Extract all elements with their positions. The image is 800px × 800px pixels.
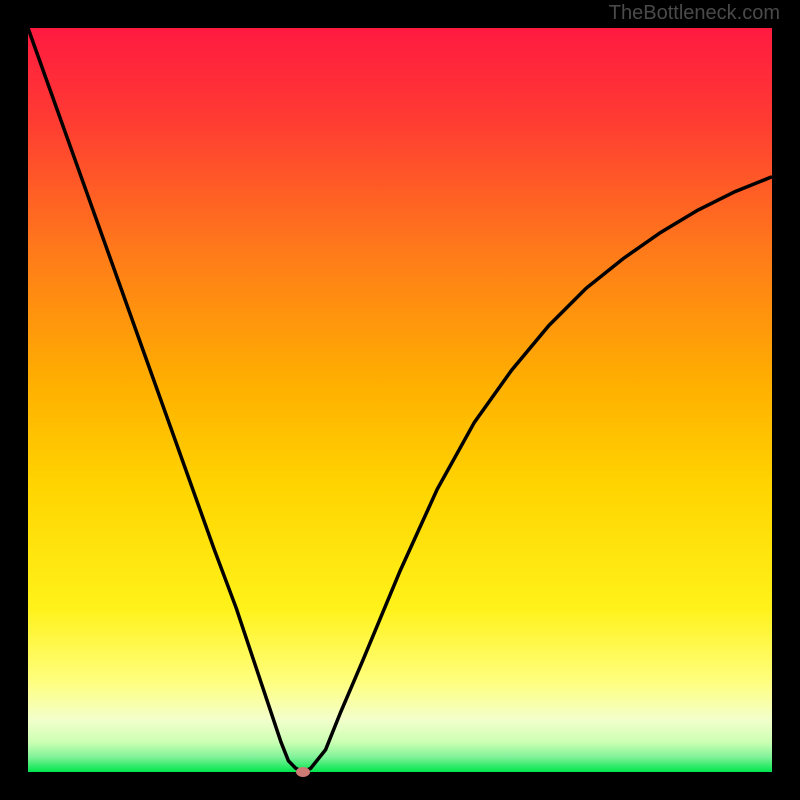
bottleneck-chart: [28, 28, 772, 772]
optimal-point-marker: [296, 767, 310, 777]
bottleneck-curve: [28, 28, 772, 772]
attribution-text: TheBottleneck.com: [609, 2, 780, 25]
